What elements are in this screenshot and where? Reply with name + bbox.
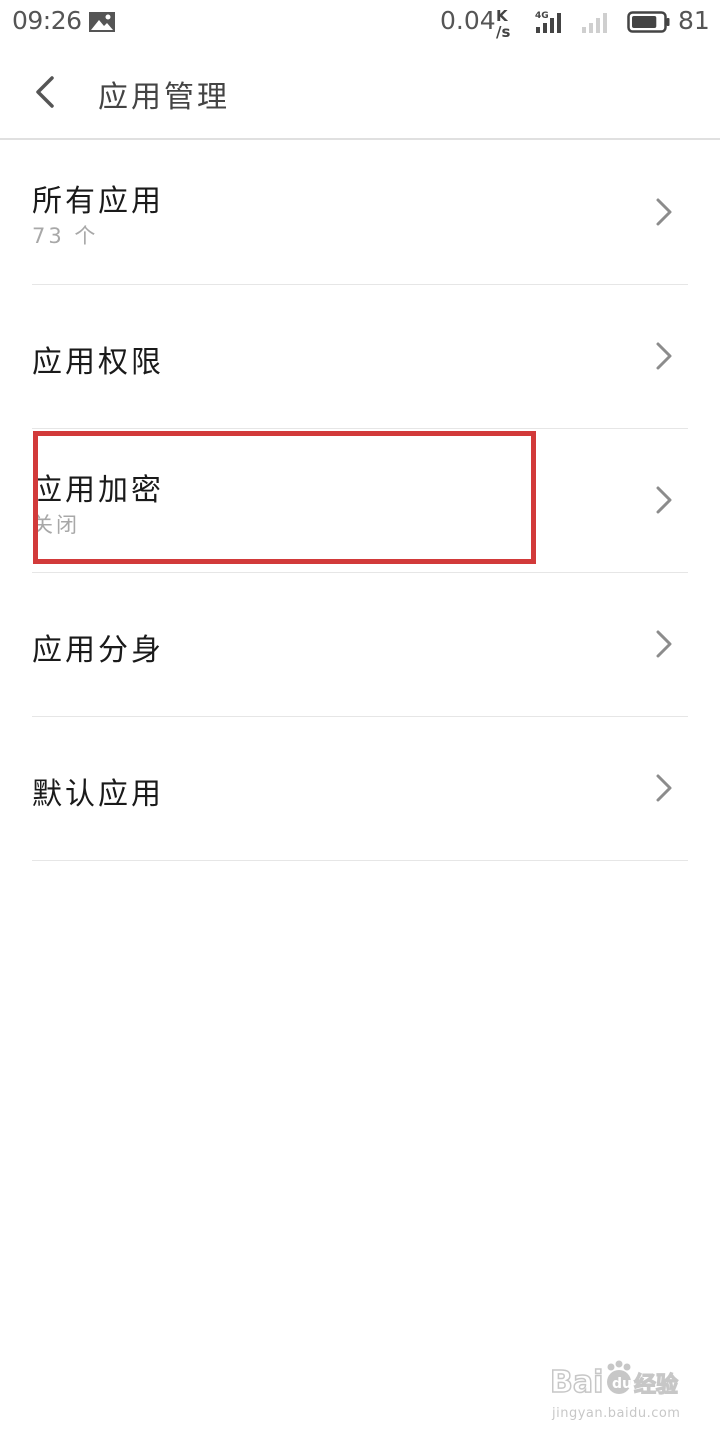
svg-text:Bai: Bai [550, 1365, 603, 1400]
chevron-right-icon [656, 198, 672, 226]
title-bar: 应用管理 [0, 46, 720, 140]
signal-4g-icon: 4G [535, 11, 561, 33]
list-item-label: 默认应用 [32, 777, 164, 812]
list-item-label: 应用权限 [32, 345, 164, 380]
net-speed-unit: K/s [496, 7, 511, 41]
list-item-label: 应用分身 [32, 633, 164, 668]
gallery-icon [89, 12, 115, 32]
page-title: 应用管理 [98, 80, 230, 115]
divider [32, 860, 688, 861]
list-item-app-encryption[interactable]: 应用加密 关闭 [0, 429, 720, 573]
watermark-url: jingyan.baidu.com [552, 1406, 681, 1421]
chevron-right-icon [656, 774, 672, 802]
status-time: 09:26 [12, 6, 82, 35]
baidu-logo-icon: Bai du 经验 [549, 1360, 679, 1401]
list-item-label: 所有应用 [32, 184, 164, 219]
signal-icon [582, 13, 607, 33]
battery-percent: 81 [678, 6, 710, 35]
list-item-default-apps[interactable]: 默认应用 [0, 717, 720, 861]
svg-text:4G: 4G [535, 11, 549, 21]
chevron-right-icon [656, 342, 672, 370]
battery-icon [627, 11, 670, 33]
app-count-label: 73 个 [32, 224, 99, 248]
svg-text:du: du [612, 1376, 632, 1392]
chevron-right-icon [656, 630, 672, 658]
list-item-label: 应用加密 [32, 473, 164, 508]
encryption-status-label: 关闭 [32, 513, 80, 537]
status-bar: 09:26 0.04 K/s 4G 81 [0, 0, 720, 46]
net-speed: 0.04 [440, 6, 496, 35]
svg-text:经验: 经验 [634, 1372, 678, 1398]
list-item-app-permissions[interactable]: 应用权限 [0, 285, 720, 429]
back-arrow-icon[interactable] [22, 68, 70, 116]
list-item-all-apps[interactable]: 所有应用 73 个 [0, 140, 720, 284]
baidu-jingyan-watermark: Bai du 经验 jingyan.baidu.com [548, 1358, 688, 1424]
list-item-app-clone[interactable]: 应用分身 [0, 573, 720, 717]
chevron-right-icon [656, 486, 672, 514]
